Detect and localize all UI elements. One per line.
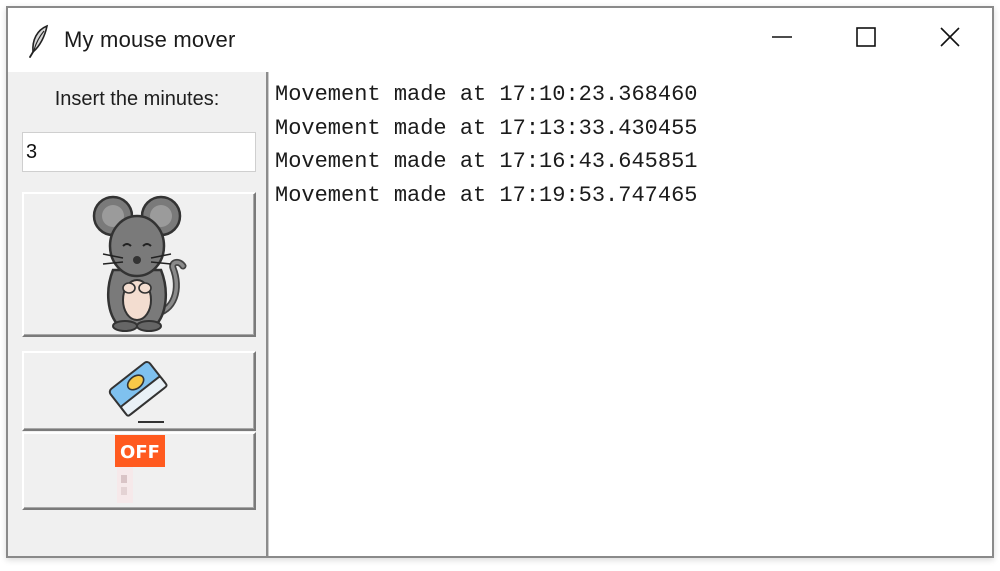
feather-icon [28,24,52,58]
maximize-icon [855,26,877,53]
log-line: Movement made at 17:19:53.747465 [275,182,698,208]
control-panel: Insert the minutes: 3 OFF [8,72,268,556]
minutes-input[interactable] [22,132,256,172]
off-badge-text: OFF [120,442,160,463]
title-bar[interactable]: My mouse mover [8,8,992,72]
app-window: My mouse mover Insert the minutes: 3 OFF… [6,6,994,558]
minutes-label: Insert the minutes: [54,88,220,110]
window-title: My mouse mover [64,27,236,52]
turn-off-button[interactable]: OFF [22,432,256,510]
minimize-icon [771,26,793,53]
log-line: Movement made at 17:13:33.430455 [275,115,698,141]
log-line: Movement made at 17:10:23.368460 [275,82,698,107]
minimize-button[interactable] [740,8,824,70]
mouse-icon [83,192,195,337]
maximize-button[interactable] [824,8,908,70]
clear-log-button[interactable] [22,351,256,431]
off-icon: OFF [111,433,167,510]
close-icon [939,26,961,53]
movement-log[interactable]: Movement made at 17:10:23.368460 Movemen… [268,72,992,556]
log-line: Movement made at 17:16:43.645851 [275,149,698,174]
eraser-icon [104,352,174,431]
close-button[interactable] [908,8,992,70]
start-mouse-mover-button[interactable] [22,192,256,337]
